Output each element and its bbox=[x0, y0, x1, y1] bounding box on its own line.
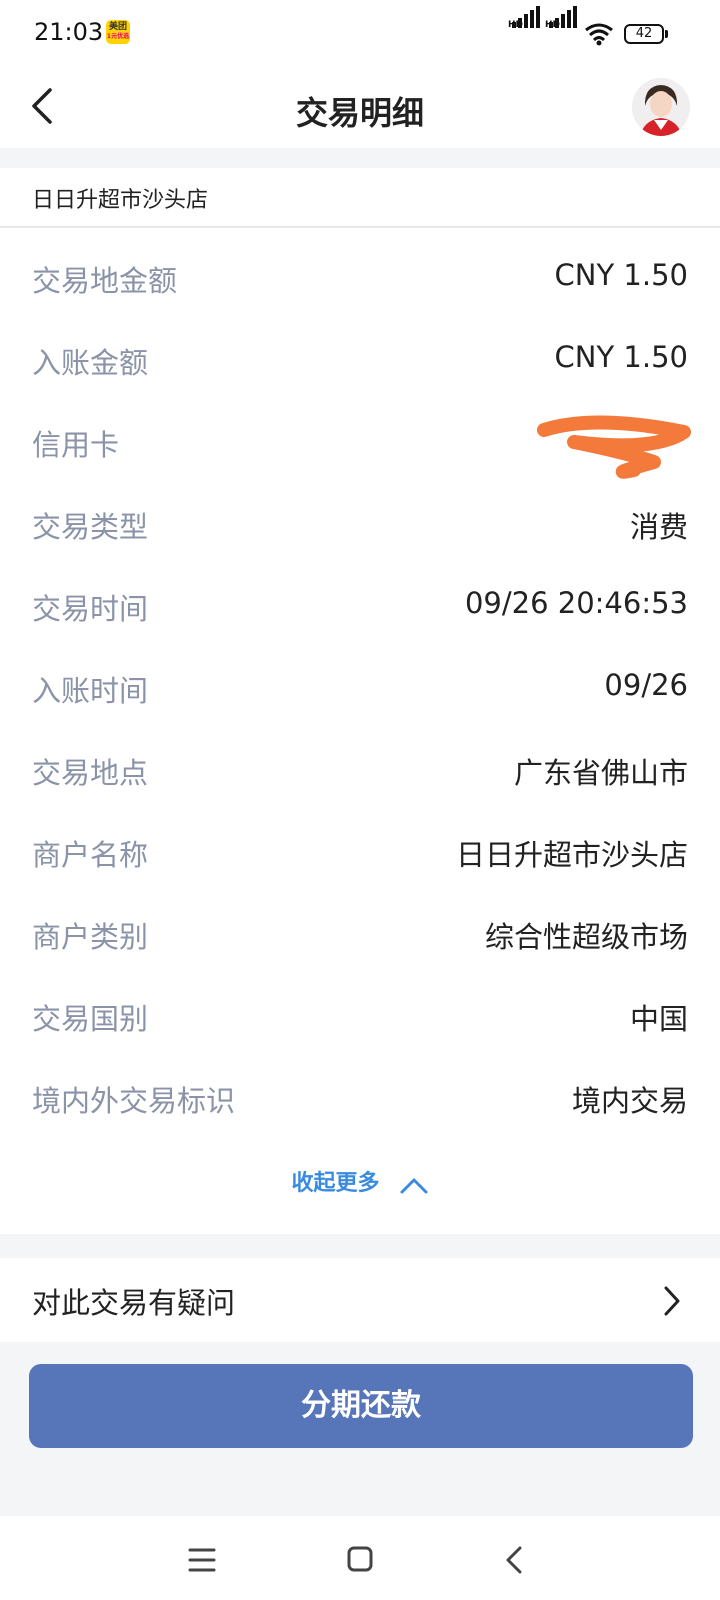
collapse-more-button[interactable]: 收起更多 bbox=[0, 1165, 720, 1215]
detail-row: 交易国别 中国 bbox=[0, 976, 720, 1058]
page-title: 交易明细 bbox=[295, 94, 424, 132]
detail-row: 交易时间 09/26 20:46:53 bbox=[0, 566, 720, 648]
agent-avatar-icon bbox=[632, 78, 690, 136]
detail-value: 09/26 bbox=[604, 668, 688, 702]
detail-label: 交易时间 bbox=[32, 592, 149, 626]
detail-row: 交易地点 广东省佛山市 bbox=[0, 730, 720, 812]
chevron-up-icon bbox=[400, 1178, 428, 1193]
detail-label: 交易地点 bbox=[32, 756, 149, 790]
detail-value: 09/26 20:46:53 bbox=[464, 586, 688, 620]
detail-value: CNY 1.50 bbox=[554, 258, 688, 292]
merchant-name: 日日升超市沙头店 bbox=[32, 188, 209, 213]
battery-level: 42 bbox=[635, 26, 653, 41]
detail-row: 境内外交易标识 境内交易 bbox=[0, 1058, 720, 1140]
battery-icon: 42 bbox=[624, 24, 668, 44]
menu-icon[interactable] bbox=[182, 1542, 222, 1578]
detail-label: 交易国别 bbox=[32, 1002, 149, 1036]
detail-value: 综合性超级市场 bbox=[484, 920, 688, 954]
system-nav-bar bbox=[0, 1516, 720, 1600]
status-bar: 21:03 美团 1元优选 HD HD 42 bbox=[0, 0, 720, 66]
meituan-badge-top: 美团 bbox=[108, 22, 127, 32]
detail-row: 商户类别 综合性超级市场 bbox=[0, 894, 720, 976]
detail-row: 入账时间 09/26 bbox=[0, 648, 720, 730]
detail-value: 消费 bbox=[629, 510, 688, 544]
merchant-header: 日日升超市沙头店 bbox=[0, 168, 720, 228]
service-agent-avatar[interactable] bbox=[632, 78, 690, 136]
detail-label: 商户名称 bbox=[32, 838, 149, 872]
status-time: 21:03 bbox=[34, 18, 104, 46]
nav-bar: 交易明细 bbox=[0, 66, 720, 148]
detail-label: 境内外交易标识 bbox=[32, 1084, 236, 1118]
detail-value: CNY 1.50 bbox=[554, 340, 688, 374]
detail-row: 信用卡 bbox=[0, 402, 720, 484]
detail-value: 境内交易 bbox=[571, 1084, 688, 1118]
section-gap bbox=[0, 1234, 720, 1258]
detail-label: 信用卡 bbox=[32, 428, 120, 462]
detail-row: 入账金额 CNY 1.50 bbox=[0, 320, 720, 402]
detail-value: 日日升超市沙头店 bbox=[455, 838, 688, 872]
detail-row: 商户名称 日日升超市沙头店 bbox=[0, 812, 720, 894]
dispute-label: 对此交易有疑问 bbox=[32, 1286, 236, 1320]
detail-value: 中国 bbox=[629, 1002, 688, 1036]
detail-label: 入账时间 bbox=[32, 674, 149, 708]
detail-label: 交易类型 bbox=[32, 510, 149, 544]
back-nav-icon[interactable] bbox=[496, 1542, 536, 1578]
wifi-icon bbox=[585, 23, 613, 46]
meituan-app-icon: 美团 1元优选 bbox=[106, 20, 130, 44]
detail-label: 入账金额 bbox=[32, 346, 149, 380]
detail-row: 交易类型 消费 bbox=[0, 484, 720, 566]
section-gap bbox=[0, 148, 720, 168]
installment-repayment-button[interactable]: 分期还款 bbox=[29, 1364, 693, 1448]
detail-label: 商户类别 bbox=[32, 920, 149, 954]
detail-value: 广东省佛山市 bbox=[513, 756, 688, 790]
home-icon[interactable] bbox=[340, 1542, 380, 1578]
meituan-badge-bottom: 1元优选 bbox=[106, 33, 130, 40]
detail-label: 交易地金额 bbox=[32, 264, 178, 298]
redaction-scribble bbox=[537, 415, 691, 479]
collapse-more-label: 收起更多 bbox=[291, 1171, 380, 1196]
dispute-transaction-row[interactable]: 对此交易有疑问 bbox=[0, 1258, 720, 1342]
detail-row: 交易地金额 CNY 1.50 bbox=[0, 238, 720, 320]
chevron-right-icon bbox=[664, 1286, 680, 1316]
